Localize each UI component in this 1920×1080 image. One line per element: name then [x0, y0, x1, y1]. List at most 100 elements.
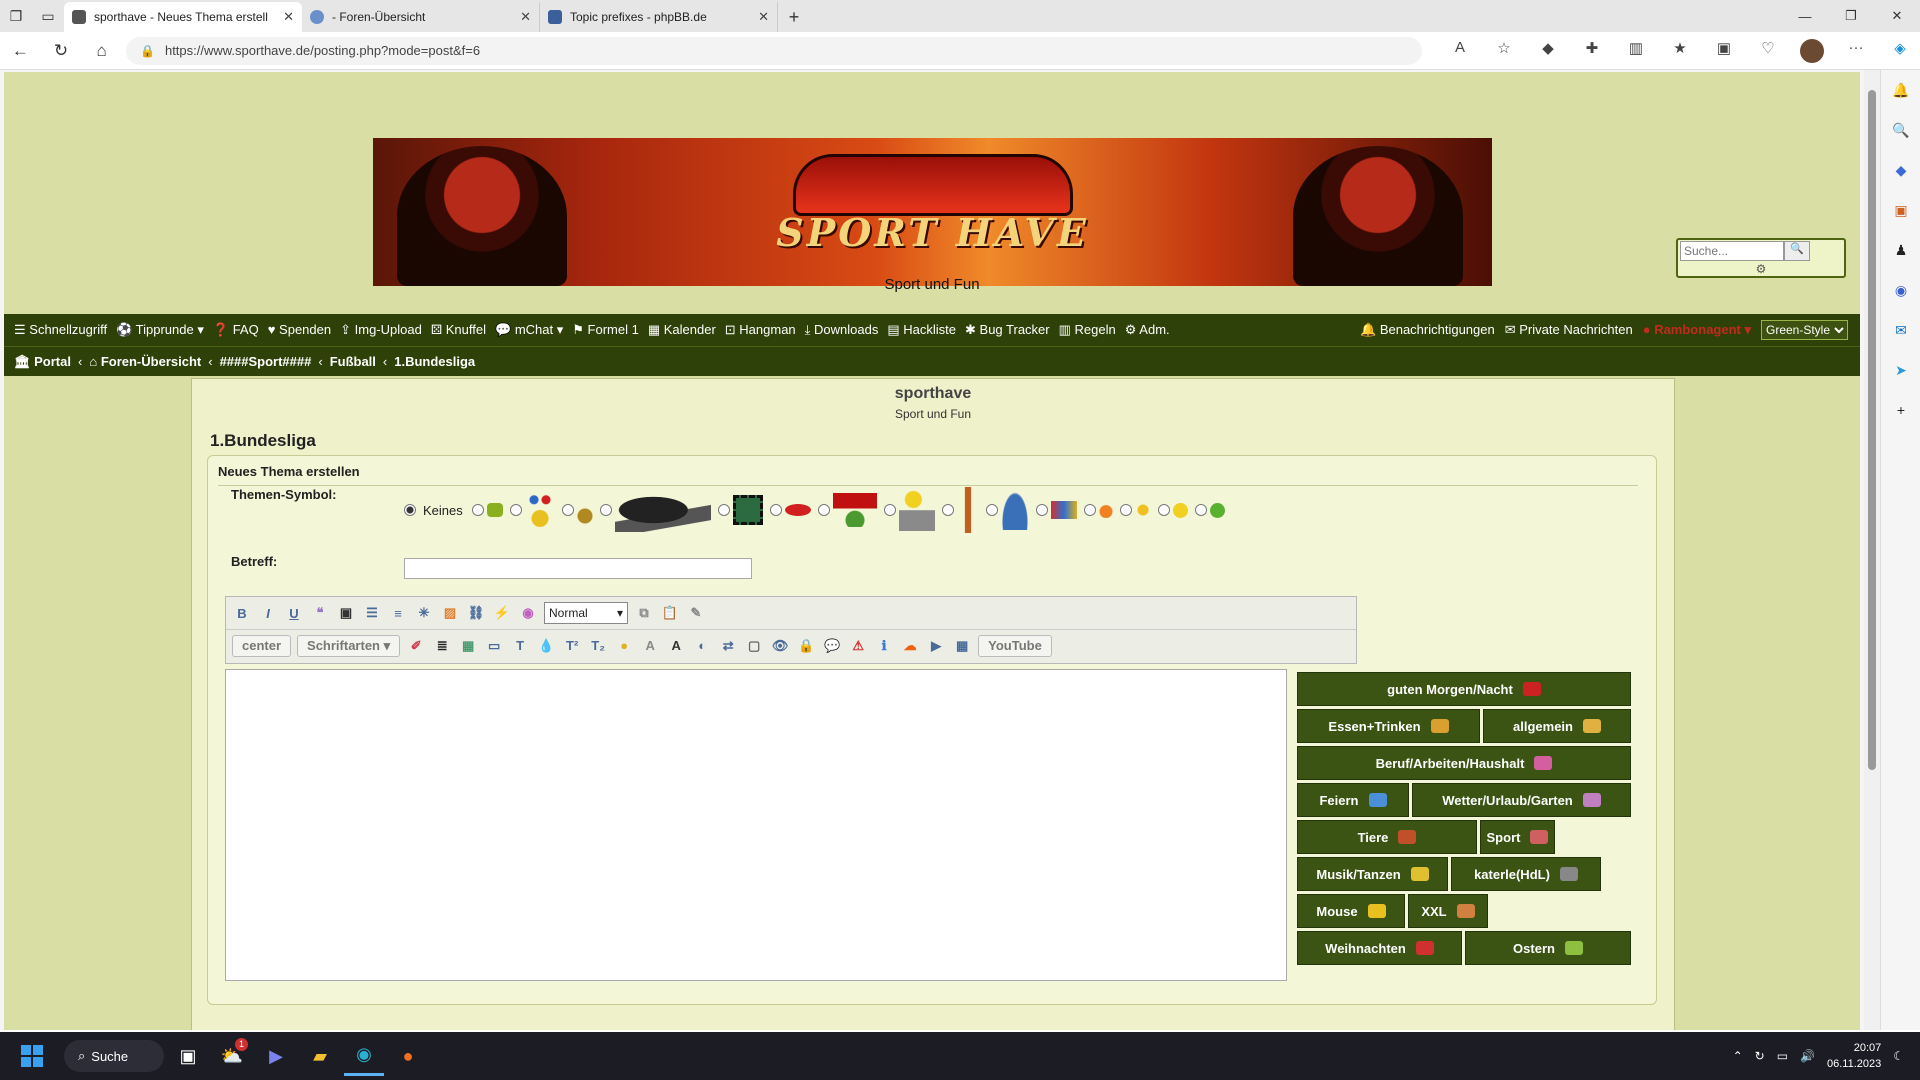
superscript-icon[interactable]: T² — [562, 636, 582, 656]
topic-icon-radio[interactable] — [509, 504, 522, 516]
contrast-icon[interactable]: ◐ — [692, 636, 712, 656]
link-icon[interactable]: ⛓ — [466, 603, 486, 623]
speech-icon[interactable]: 💬 — [822, 636, 842, 656]
collections-icon[interactable]: ▣ — [1704, 39, 1744, 63]
smilie-group-button[interactable]: guten Morgen/Nacht — [1297, 672, 1631, 706]
video-icon[interactable]: ▶ — [926, 636, 946, 656]
youtube-button[interactable]: YouTube — [978, 634, 1052, 657]
style-select[interactable]: Green-Style — [1761, 320, 1848, 340]
topic-icon-radio[interactable] — [1157, 504, 1170, 516]
nav-item-img-upload[interactable]: ⇪ Img-Upload — [340, 322, 422, 337]
toolbox-icon[interactable]: ▣ — [1881, 190, 1920, 230]
font-size-select[interactable]: Normal ▾ — [544, 602, 628, 624]
topic-icon-radio[interactable] — [941, 504, 954, 516]
highlight-icon[interactable]: ✐ — [406, 636, 426, 656]
nav-item-spenden[interactable]: ♥ Spenden — [268, 322, 331, 337]
copilot-icon[interactable]: ◈ — [1880, 39, 1920, 63]
notifications-link[interactable]: 🔔 Benachrichtigungen — [1360, 322, 1495, 338]
firefox-icon[interactable]: ● — [388, 1036, 428, 1076]
paste-icon[interactable]: 📋 — [660, 603, 680, 623]
bell-icon[interactable]: 🔔 — [1881, 70, 1920, 110]
nav-item-schnellzugriff[interactable]: ☰ Schnellzugriff — [14, 322, 107, 337]
smilie-group-button[interactable]: Weihnachten — [1297, 931, 1462, 965]
topic-icon-radio[interactable] — [1194, 504, 1207, 516]
strikethrough-icon[interactable]: T — [510, 636, 530, 656]
smilie-group-button[interactable]: Sport — [1480, 820, 1555, 854]
warning-icon[interactable]: ⚠ — [848, 636, 868, 656]
forum-title[interactable]: 1.Bundesliga — [210, 431, 316, 451]
nav-item-regeln[interactable]: ▥ Regeln — [1059, 322, 1116, 337]
nav-item-hangman[interactable]: ⊡ Hangman — [725, 322, 796, 337]
nav-item-tipprunde[interactable]: ⚽ Tipprunde ▾ — [116, 322, 204, 337]
clock[interactable]: 20:07 06.11.2023 — [1827, 1040, 1881, 1072]
topic-icon-radio[interactable] — [561, 504, 574, 516]
lock-icon[interactable]: 🔒 — [140, 44, 155, 58]
close-icon[interactable]: ✕ — [758, 9, 769, 25]
quote-icon[interactable]: ❝ — [310, 603, 330, 623]
smilie-group-button[interactable]: Ostern — [1465, 931, 1631, 965]
search-icon[interactable]: 🔍 — [1881, 110, 1920, 150]
close-icon[interactable]: ✕ — [283, 9, 294, 25]
flash-icon[interactable]: ⚡ — [492, 603, 512, 623]
new-tab-button[interactable]: + — [778, 2, 810, 32]
send-icon[interactable]: ➤ — [1881, 350, 1920, 390]
breadcrumb-portal[interactable]: Portal — [34, 354, 71, 369]
breadcrumb-fussball[interactable]: Fußball — [330, 354, 376, 369]
reload-icon[interactable]: ↻ — [41, 41, 82, 61]
center-button[interactable]: center — [232, 634, 292, 657]
puzzle-icon[interactable]: ✚ — [1572, 39, 1612, 63]
performance-icon[interactable]: ♡ — [1748, 39, 1788, 63]
spellcheck-icon[interactable]: ✎ — [686, 603, 706, 623]
search-icon[interactable]: 🔍 — [1784, 241, 1810, 261]
close-icon[interactable]: ✕ — [520, 9, 531, 25]
search-input[interactable] — [1680, 241, 1784, 261]
topic-icon-radio[interactable] — [1119, 504, 1132, 516]
tab-sporthave-new-topic[interactable]: sporthave - Neues Thema erstell ✕ — [64, 2, 302, 32]
nav-item-formel-1[interactable]: ⚑ Formel 1 — [572, 322, 639, 337]
edge-browser-icon[interactable]: ◉ — [344, 1036, 384, 1076]
close-window-icon[interactable]: ✕ — [1874, 0, 1920, 32]
smilie-group-button[interactable]: Musik/Tanzen — [1297, 857, 1448, 891]
chess-icon[interactable]: ♟ — [1881, 230, 1920, 270]
read-aloud-icon[interactable]: A — [1440, 39, 1480, 63]
table-icon[interactable]: ▦ — [458, 636, 478, 656]
breadcrumb-forum-overview[interactable]: Foren-Übersicht — [101, 354, 201, 369]
nav-item-hackliste[interactable]: ▤ Hackliste — [887, 322, 956, 337]
circle-icon[interactable]: ◉ — [1881, 270, 1920, 310]
site-banner[interactable]: SPORT HAVE — [373, 138, 1492, 286]
smilie-group-button[interactable]: Essen+Trinken — [1297, 709, 1480, 743]
smilie-group-button[interactable]: Feiern — [1297, 783, 1409, 817]
frame-icon[interactable]: ▦ — [952, 636, 972, 656]
task-view-icon[interactable]: ▣ — [168, 1036, 208, 1076]
smilie-group-button[interactable]: XXL — [1408, 894, 1488, 928]
tab-topic-prefixes[interactable]: Topic prefixes - phpBB.de ✕ — [540, 2, 778, 32]
nav-item-downloads[interactable]: ⤓ Downloads — [805, 322, 879, 337]
hide-icon[interactable]: 👁 — [770, 636, 790, 656]
notification-center-icon[interactable]: ☾ — [1893, 1049, 1904, 1063]
font-a-icon[interactable]: A — [640, 636, 660, 656]
nav-item-mchat[interactable]: 💬 mChat ▾ — [495, 322, 563, 337]
topic-icon-radio[interactable] — [599, 504, 612, 516]
breadcrumb-sport[interactable]: ####Sport#### — [220, 354, 312, 369]
smilie-group-button[interactable]: Mouse — [1297, 894, 1405, 928]
tag-icon[interactable]: ◆ — [1881, 150, 1920, 190]
volume-icon[interactable]: 🔊 — [1800, 1049, 1815, 1063]
username-menu[interactable]: ● Rambonagent ▾ — [1643, 322, 1751, 338]
workspaces-icon[interactable]: ❐ — [0, 0, 32, 32]
weather-icon[interactable]: ⛅ 1 — [212, 1036, 252, 1076]
soundcloud-icon[interactable]: ☁ — [900, 636, 920, 656]
nav-item-adm[interactable]: ⚙ Adm. — [1125, 322, 1170, 337]
list-item-icon[interactable]: ✳ — [414, 603, 434, 623]
smilie-group-button[interactable]: Wetter/Urlaub/Garten — [1412, 783, 1631, 817]
drop-icon[interactable]: 💧 — [536, 636, 556, 656]
split-screen-icon[interactable]: ▥ — [1616, 39, 1656, 63]
smilie-group-button[interactable]: Beruf/Arbeiten/Haushalt — [1297, 746, 1631, 780]
teams-icon[interactable]: ▶ — [256, 1036, 296, 1076]
subscript-icon[interactable]: T₂ — [588, 636, 608, 656]
more-menu-icon[interactable]: ··· — [1836, 39, 1876, 63]
smilie-group-button[interactable]: Tiere — [1297, 820, 1477, 854]
align-justify-icon[interactable]: ≣ — [432, 636, 452, 656]
topic-icon-radio[interactable] — [1083, 504, 1096, 516]
profile-avatar[interactable] — [1792, 38, 1832, 63]
lock-icon[interactable]: 🔒 — [796, 636, 816, 656]
